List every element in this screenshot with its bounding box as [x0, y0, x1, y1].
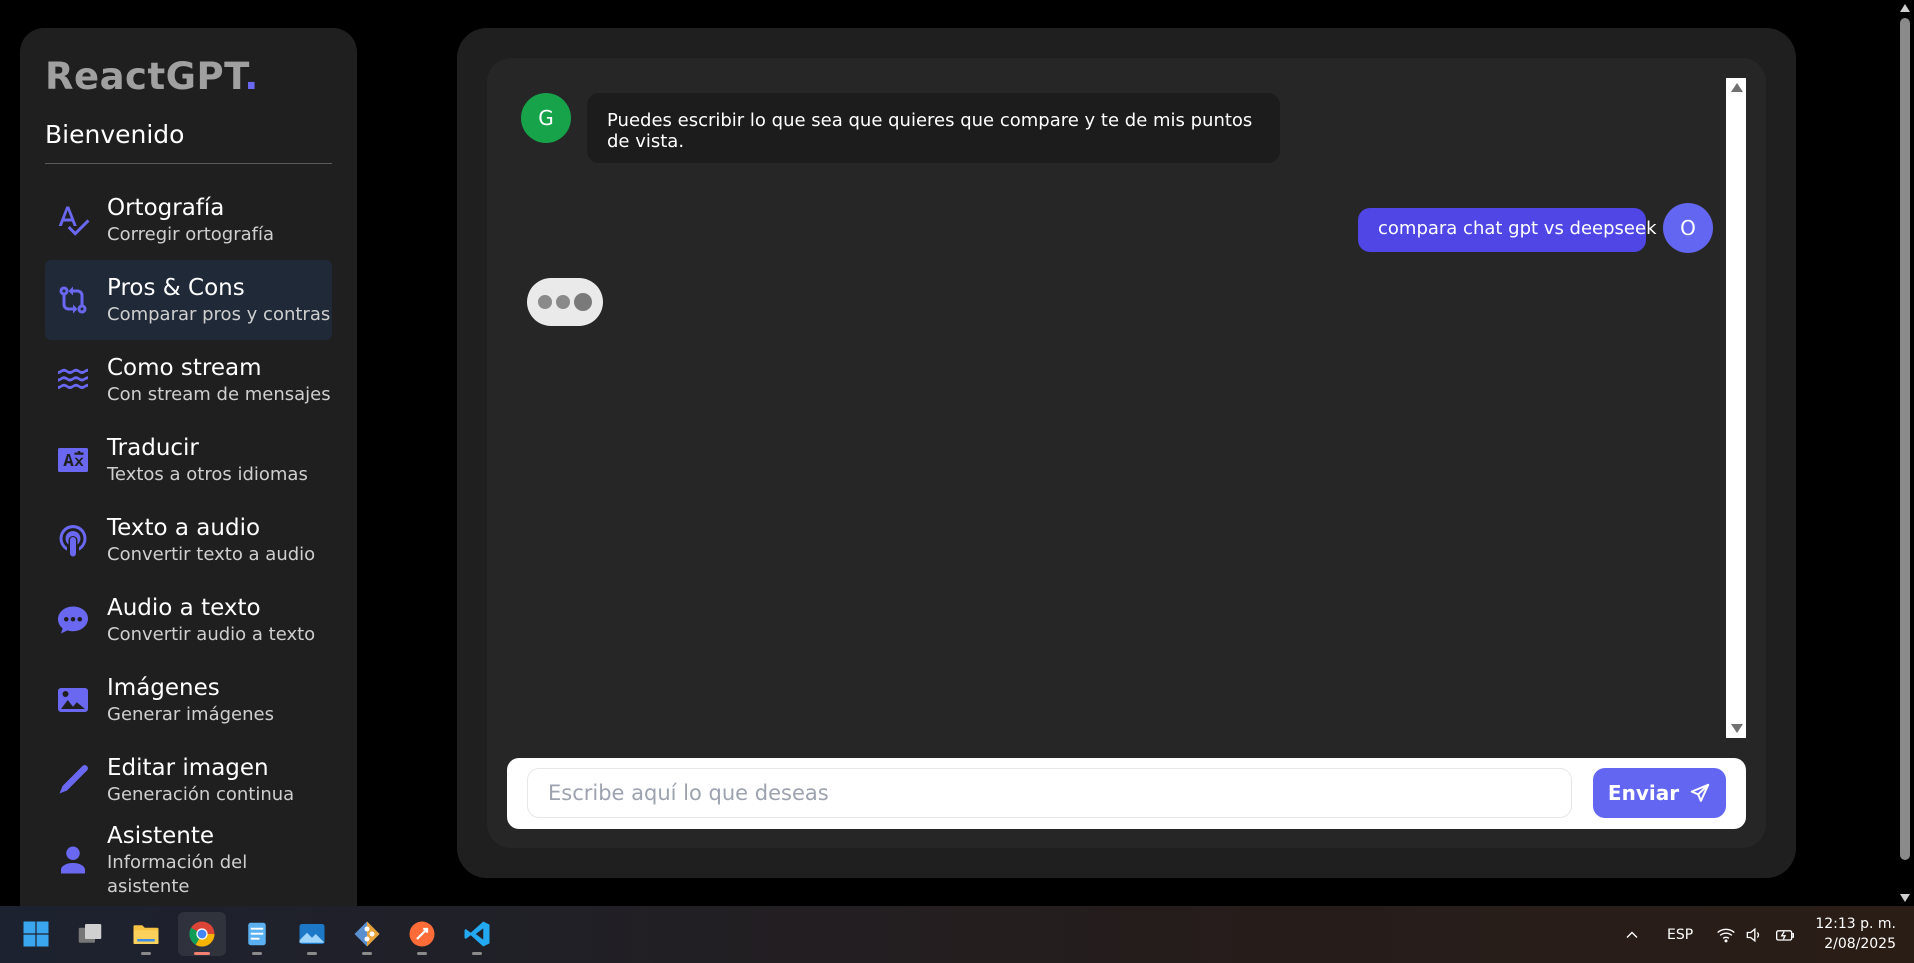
- running-indicator: [194, 952, 210, 955]
- chevron-up-icon[interactable]: [1622, 925, 1642, 949]
- user-icon: [51, 838, 95, 882]
- photos-icon[interactable]: [288, 912, 336, 956]
- sidebar-item-asistente[interactable]: Asistente Información del asistente: [45, 820, 332, 900]
- typing-dot: [556, 295, 570, 309]
- pencil-icon: [51, 758, 95, 802]
- sidebar-item-title: Texto a audio: [107, 515, 261, 541]
- wifi-icon[interactable]: [1716, 925, 1736, 949]
- sidebar-item-subtitle: Textos a otros idiomas: [107, 464, 308, 485]
- scroll-up-arrow-icon[interactable]: [1731, 83, 1743, 92]
- running-indicator: [362, 952, 372, 955]
- battery-charging-icon[interactable]: [1775, 925, 1795, 949]
- volume-icon[interactable]: [1744, 925, 1764, 949]
- sidebar-item-imagenes[interactable]: Imágenes Generar imágenes: [45, 660, 332, 740]
- logo-dot: .: [244, 55, 259, 98]
- clock-time: 12:13 p. m.: [1815, 916, 1896, 932]
- sidebar-item-audio-a-texto[interactable]: Audio a texto Convertir audio a texto: [45, 580, 332, 660]
- sidebar-item-pros-cons[interactable]: Pros & Cons Comparar pros y contras: [45, 260, 332, 340]
- taskbar: ESP 12:13 p. m. 2/08/2025: [0, 906, 1914, 963]
- send-button[interactable]: Enviar: [1593, 768, 1726, 818]
- sidebar-item-title: Pros & Cons: [107, 275, 245, 301]
- user-message-bubble: compara chat gpt vs deepseek: [1358, 208, 1657, 252]
- running-indicator: [472, 952, 482, 955]
- sidebar-item-title: Ortografía: [107, 195, 225, 221]
- file-explorer-icon[interactable]: [122, 912, 170, 956]
- sidebar-item-subtitle: Corregir ortografía: [107, 224, 275, 245]
- git-icon[interactable]: [343, 912, 391, 956]
- welcome-heading: Bienvenido: [45, 120, 332, 164]
- sidebar: ReactGPT. Bienvenido Ortografía Corregir…: [20, 28, 357, 906]
- compare-arrows-icon: [51, 278, 95, 322]
- spellcheck-icon: [51, 198, 95, 242]
- running-indicator: [417, 952, 427, 955]
- logo-text: ReactGPT: [45, 55, 245, 98]
- sidebar-item-ortografia[interactable]: Ortografía Corregir ortografía: [45, 180, 332, 260]
- sidebar-item-title: Como stream: [107, 355, 262, 381]
- sidebar-item-title: Editar imagen: [107, 755, 269, 781]
- sidebar-item-editar-imagen[interactable]: Editar imagen Generación continua: [45, 740, 332, 820]
- typing-dot: [574, 293, 592, 311]
- chat-bubble-icon: [51, 598, 95, 642]
- page-scrollbar[interactable]: [1896, 0, 1914, 906]
- running-indicator: [252, 952, 262, 955]
- gpt-avatar: G: [521, 93, 571, 143]
- translate-icon: [51, 438, 95, 482]
- page-scroll-thumb[interactable]: [1900, 18, 1910, 860]
- language-indicator[interactable]: ESP: [1667, 927, 1693, 943]
- windows-start-icon[interactable]: [12, 912, 60, 956]
- app-logo: ReactGPT.: [45, 52, 332, 102]
- main-panel: G Puedes escribir lo que sea que quieres…: [457, 28, 1796, 878]
- gpt-message-bubble: Puedes escribir lo que sea que quieres q…: [587, 93, 1280, 163]
- sidebar-item-texto-a-audio[interactable]: Texto a audio Convertir texto a audio: [45, 500, 332, 580]
- user-avatar: O: [1663, 203, 1713, 253]
- typing-indicator: [527, 278, 603, 326]
- page-scroll-down-icon[interactable]: [1900, 894, 1910, 902]
- sidebar-item-subtitle: Comparar pros y contras: [107, 304, 331, 325]
- sidebar-item-subtitle: Generar imágenes: [107, 704, 274, 725]
- image-icon: [51, 678, 95, 722]
- podcast-icon: [51, 518, 95, 562]
- scroll-down-arrow-icon[interactable]: [1731, 724, 1743, 733]
- message-list[interactable]: G Puedes escribir lo que sea que quieres…: [487, 58, 1746, 738]
- running-indicator: [141, 952, 151, 955]
- typing-dot: [538, 295, 552, 309]
- system-clock[interactable]: 12:13 p. m. 2/08/2025: [1800, 914, 1896, 954]
- page-scroll-up-icon[interactable]: [1900, 4, 1910, 12]
- running-indicator: [307, 952, 317, 955]
- notepad-icon[interactable]: [233, 912, 281, 956]
- sidebar-item-subtitle: Convertir audio a texto: [107, 624, 316, 645]
- chat-container: G Puedes escribir lo que sea que quieres…: [487, 58, 1766, 848]
- waves-icon: [51, 358, 95, 402]
- app-page: ReactGPT. Bienvenido Ortografía Corregir…: [0, 0, 1914, 963]
- sidebar-item-title: Traducir: [107, 435, 199, 461]
- sidebar-menu: Ortografía Corregir ortografía Pros & Co…: [45, 180, 332, 900]
- sidebar-item-title: Asistente: [107, 823, 215, 849]
- sidebar-item-subtitle: Con stream de mensajes: [107, 384, 331, 405]
- sidebar-item-title: Audio a texto: [107, 595, 261, 621]
- clock-date: 2/08/2025: [1824, 936, 1896, 952]
- chrome-icon[interactable]: [178, 912, 226, 956]
- message-input-bar: Enviar: [507, 758, 1746, 829]
- chat-scrollbar[interactable]: [1726, 78, 1746, 738]
- vscode-icon[interactable]: [453, 912, 501, 956]
- message-input[interactable]: [527, 768, 1572, 818]
- sidebar-item-title: Imágenes: [107, 675, 220, 701]
- paper-plane-icon: [1690, 783, 1710, 802]
- sidebar-item-subtitle: Información del asistente: [107, 852, 248, 897]
- task-view-icon[interactable]: [66, 912, 114, 956]
- sidebar-item-subtitle: Convertir texto a audio: [107, 544, 316, 565]
- sidebar-item-como-stream[interactable]: Como stream Con stream de mensajes: [45, 340, 332, 420]
- send-button-label: Enviar: [1607, 781, 1680, 805]
- sidebar-item-traducir[interactable]: Traducir Textos a otros idiomas: [45, 420, 332, 500]
- sidebar-item-subtitle: Generación continua: [107, 784, 295, 805]
- postman-icon[interactable]: [398, 912, 446, 956]
